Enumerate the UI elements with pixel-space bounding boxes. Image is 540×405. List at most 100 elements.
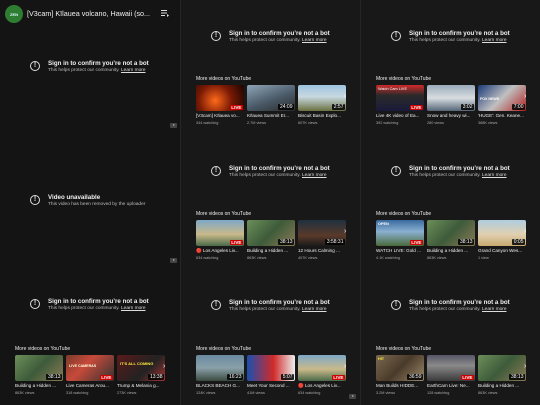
- video-views: 318 watching: [66, 391, 89, 395]
- next-arrow-icon[interactable]: ›: [524, 93, 526, 100]
- video-caption[interactable]: Grand Canyon Wes...: [478, 248, 528, 253]
- video-thumbnail[interactable]: LIVE: [427, 355, 475, 381]
- video-views: 273K views: [117, 391, 137, 395]
- player-column-3: ! Sign in to confirm you’re not a bot Th…: [360, 0, 540, 405]
- video-views: 863K views: [427, 256, 447, 260]
- info-icon: !: [391, 31, 401, 41]
- video-caption[interactable]: 'HUGE': Gen. Keane...: [478, 113, 528, 118]
- video-caption[interactable]: Building a Hidden ...: [427, 248, 477, 253]
- video-thumbnail[interactable]: LIVE: [196, 220, 244, 246]
- video-thumbnail[interactable]: Watch Cam LIVE LIVE: [376, 85, 424, 111]
- learn-more-link[interactable]: Learn more: [302, 173, 327, 178]
- video-caption[interactable]: Building a Hidden ...: [15, 383, 65, 388]
- signin-title: Sign in to confirm you’re not a bot: [409, 30, 510, 37]
- learn-more-link[interactable]: Learn more: [302, 38, 327, 43]
- video-views: 863K views: [247, 256, 267, 260]
- signin-title: Sign in to confirm you’re not a bot: [229, 299, 330, 306]
- video-caption[interactable]: Building a Hidden ...: [247, 248, 297, 253]
- signin-text: This helps protect our community. Learn …: [409, 307, 507, 312]
- video-thumbnail[interactable]: IT'S ALL COMING 13:38: [117, 355, 165, 381]
- player-column-1: ZEN [V3cam] Kīlauea volcano, Hawaii (so.…: [0, 0, 180, 405]
- youtube-logo-icon[interactable]: [170, 258, 177, 263]
- signin-text: This helps protect our community. Learn …: [409, 173, 507, 178]
- video-thumbnail[interactable]: 38:13: [427, 220, 475, 246]
- video-caption[interactable]: BLACKS BEACH G...: [196, 383, 246, 388]
- info-icon: !: [211, 166, 221, 176]
- video-caption[interactable]: Kīlauea Summit Er...: [247, 113, 297, 118]
- player-column-2: ! Sign in to confirm you’re not a bot Th…: [180, 0, 360, 405]
- learn-more-link[interactable]: Learn more: [121, 68, 146, 73]
- video-thumbnail[interactable]: 38:13: [247, 220, 295, 246]
- signin-title: Sign in to confirm you’re not a bot: [409, 165, 510, 172]
- video-views: 344 watching: [196, 121, 219, 125]
- video-caption[interactable]: Meet Your Second ...: [247, 383, 297, 388]
- signin-text: This helps protect our community. Learn …: [48, 306, 146, 311]
- learn-more-link[interactable]: Learn more: [302, 307, 327, 312]
- video-caption[interactable]: [V3cam] Kīlauea vo...: [196, 113, 246, 118]
- video-views: 392 watching: [376, 121, 399, 125]
- video-caption[interactable]: 12 Hours Calming ...: [298, 248, 348, 253]
- video-caption[interactable]: Live Cameras Arou...: [66, 383, 116, 388]
- video-caption[interactable]: Biscuit Basin Explo...: [298, 113, 348, 118]
- more-videos-heading: More videos on YouTube: [196, 346, 252, 352]
- video-caption[interactable]: Live 4K video of Ea...: [376, 113, 426, 118]
- playlist-icon[interactable]: [160, 8, 170, 18]
- video-views: 407K views: [298, 256, 318, 260]
- signin-text: This helps protect our community. Learn …: [229, 38, 327, 43]
- video-caption[interactable]: Snow and heavy wi...: [427, 113, 477, 118]
- more-videos-heading: More videos on YouTube: [376, 346, 432, 352]
- video-caption[interactable]: WATCH LIVE: Gold ...: [376, 248, 426, 253]
- video-thumbnail[interactable]: 38:13: [15, 355, 63, 381]
- video-thumbnail[interactable]: FOX NEWS 7:00: [478, 85, 526, 111]
- video-thumbnail[interactable]: 38:13: [478, 355, 526, 381]
- video-thumbnail[interactable]: 0:05: [478, 220, 526, 246]
- youtube-logo-icon[interactable]: [349, 394, 356, 399]
- more-videos-heading: More videos on YouTube: [376, 211, 432, 217]
- channel-avatar[interactable]: ZEN: [5, 5, 23, 23]
- next-arrow-icon[interactable]: ›: [524, 363, 526, 370]
- video-caption[interactable]: Trump & Melania g...: [117, 383, 167, 388]
- video-thumbnail[interactable]: 24:09: [247, 85, 295, 111]
- video-views: 863K views: [478, 391, 498, 395]
- video-title[interactable]: [V3cam] Kīlauea volcano, Hawaii (so...: [27, 9, 150, 18]
- more-videos-heading: More videos on YouTube: [376, 76, 432, 82]
- video-caption[interactable]: 🔴 Los Angeles Liv...: [196, 248, 246, 254]
- video-thumbnail[interactable]: 16:23: [196, 355, 244, 381]
- learn-more-link[interactable]: Learn more: [482, 38, 507, 43]
- signin-title: Sign in to confirm you’re not a bot: [229, 165, 330, 172]
- video-views: 2.7M views: [247, 121, 266, 125]
- video-views: 41M views: [247, 391, 265, 395]
- next-arrow-icon[interactable]: ›: [344, 363, 346, 370]
- info-icon: !: [391, 300, 401, 310]
- next-arrow-icon[interactable]: ›: [524, 228, 526, 235]
- signin-title: Sign in to confirm you’re not a bot: [229, 30, 330, 37]
- learn-more-link[interactable]: Learn more: [121, 306, 146, 311]
- learn-more-link[interactable]: Learn more: [482, 307, 507, 312]
- learn-more-link[interactable]: Learn more: [482, 173, 507, 178]
- signin-text: This helps protect our community. Learn …: [229, 307, 327, 312]
- video-thumbnail[interactable]: 5:07: [247, 355, 295, 381]
- video-thumbnail[interactable]: LIVE CAMERAS LIVE: [66, 355, 114, 381]
- video-thumbnail[interactable]: OPEN LIVE: [376, 220, 424, 246]
- video-thumbnail[interactable]: 2:57: [298, 85, 346, 111]
- video-thumbnail[interactable]: 3:02: [427, 85, 475, 111]
- video-caption[interactable]: Man Builds HIDDE...: [376, 383, 426, 388]
- info-icon: !: [30, 195, 40, 205]
- next-arrow-icon[interactable]: ›: [344, 93, 346, 100]
- more-videos-heading: More videos on YouTube: [196, 211, 252, 217]
- video-thumbnail[interactable]: HIT 36:59: [376, 355, 424, 381]
- video-caption[interactable]: Building a Hidden ...: [478, 383, 528, 388]
- video-caption[interactable]: EarthCam Live: Ne...: [427, 383, 477, 388]
- video-thumbnail[interactable]: LIVE: [196, 85, 244, 111]
- video-thumbnail[interactable]: 3:58:31: [298, 220, 346, 246]
- video-thumbnail[interactable]: LIVE: [298, 355, 346, 381]
- next-arrow-icon[interactable]: ›: [163, 363, 165, 370]
- signin-title: Sign in to confirm you’re not a bot: [48, 298, 149, 305]
- video-caption[interactable]: 🔴 Los Angeles Liv...: [298, 383, 348, 389]
- next-arrow-icon[interactable]: ›: [344, 228, 346, 235]
- info-icon: !: [30, 299, 40, 309]
- info-icon: !: [391, 166, 401, 176]
- unavailable-text: This video has been removed by the uploa…: [48, 202, 146, 207]
- youtube-logo-icon[interactable]: [170, 123, 177, 128]
- signin-text: This helps protect our community. Learn …: [229, 173, 327, 178]
